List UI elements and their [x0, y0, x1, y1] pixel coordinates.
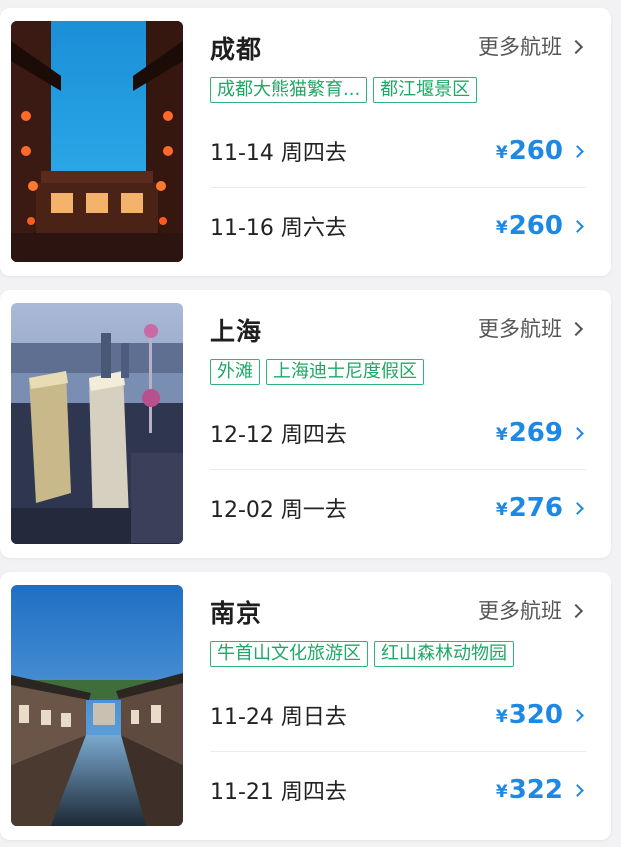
divider [210, 469, 586, 470]
price-amount: 320 [508, 700, 563, 730]
more-flights-link[interactable]: 更多航班 [478, 31, 584, 61]
flight-price: ¥ 320 [496, 700, 586, 730]
attraction-tags: 牛首山文化旅游区 红山森林动物园 [210, 641, 514, 667]
chevron-right-icon [571, 219, 584, 233]
chevron-right-icon [568, 39, 584, 54]
more-flights-link[interactable]: 更多航班 [478, 313, 584, 343]
chevron-right-icon [571, 783, 584, 797]
attraction-tag[interactable]: 牛首山文化旅游区 [210, 641, 368, 667]
chevron-right-icon [568, 603, 584, 618]
divider [210, 187, 586, 188]
destination-card-nanjing[interactable]: 南京 更多航班 牛首山文化旅游区 红山森林动物园 11-24 周日去 ¥ 320… [0, 572, 611, 840]
flight-date: 11-21 周四去 [210, 780, 347, 805]
chevron-right-icon [571, 501, 584, 515]
price-amount: 269 [508, 418, 563, 448]
attraction-tag[interactable]: 成都大熊猫繁育... [210, 77, 368, 103]
flight-price: ¥ 260 [496, 136, 586, 166]
flight-price: ¥ 269 [496, 418, 586, 448]
flight-row[interactable]: 11-24 周日去 ¥ 320 [210, 695, 586, 735]
chevron-right-icon [571, 144, 584, 158]
flight-row[interactable]: 11-16 周六去 ¥ 260 [210, 206, 586, 246]
chevron-right-icon [568, 321, 584, 336]
more-flights-label: 更多航班 [478, 599, 562, 623]
flight-price: ¥ 322 [496, 775, 586, 805]
currency-symbol: ¥ [495, 218, 508, 238]
more-flights-label: 更多航班 [478, 317, 562, 341]
destination-photo[interactable] [11, 585, 183, 826]
flight-price: ¥ 276 [496, 493, 586, 523]
more-flights-label: 更多航班 [478, 35, 562, 59]
more-flights-link[interactable]: 更多航班 [478, 595, 584, 625]
flight-row[interactable]: 12-12 周四去 ¥ 269 [210, 413, 586, 453]
destination-card-shanghai[interactable]: 上海 更多航班 外滩 上海迪士尼度假区 12-12 周四去 ¥ 269 12-0… [0, 290, 611, 558]
flight-date: 11-14 周四去 [210, 141, 347, 166]
chevron-right-icon [571, 708, 584, 722]
city-name: 上海 [210, 317, 263, 346]
flight-date: 12-02 周一去 [210, 498, 347, 523]
attraction-tags: 外滩 上海迪士尼度假区 [210, 359, 424, 385]
price-amount: 260 [508, 136, 563, 166]
flight-price: ¥ 260 [496, 211, 586, 241]
destination-card-chengdu[interactable]: 成都 更多航班 成都大熊猫繁育... 都江堰景区 11-14 周四去 ¥ 260… [0, 8, 611, 276]
flight-date: 11-24 周日去 [210, 705, 347, 730]
attraction-tag[interactable]: 都江堰景区 [373, 77, 478, 103]
chevron-right-icon [571, 426, 584, 440]
divider [210, 751, 586, 752]
shanghai-skyline-photo [11, 303, 183, 544]
attraction-tag[interactable]: 上海迪士尼度假区 [266, 359, 424, 385]
currency-symbol: ¥ [495, 782, 508, 802]
chengdu-kuanzhai-alley-photo [11, 21, 183, 262]
city-name: 成都 [210, 35, 263, 64]
flight-row[interactable]: 11-14 周四去 ¥ 260 [210, 131, 586, 171]
attraction-tag[interactable]: 红山森林动物园 [374, 641, 514, 667]
flight-row[interactable]: 12-02 周一去 ¥ 276 [210, 488, 586, 528]
currency-symbol: ¥ [495, 500, 508, 520]
currency-symbol: ¥ [495, 425, 508, 445]
flight-date: 12-12 周四去 [210, 423, 347, 448]
flight-row[interactable]: 11-21 周四去 ¥ 322 [210, 770, 586, 810]
nanjing-water-town-photo [11, 585, 183, 826]
price-amount: 322 [508, 775, 563, 805]
price-amount: 276 [508, 493, 563, 523]
currency-symbol: ¥ [495, 707, 508, 727]
attraction-tags: 成都大熊猫繁育... 都江堰景区 [210, 77, 478, 103]
destination-photo[interactable] [11, 21, 183, 262]
price-amount: 260 [508, 211, 563, 241]
flight-date: 11-16 周六去 [210, 216, 347, 241]
city-name: 南京 [210, 599, 263, 628]
destination-photo[interactable] [11, 303, 183, 544]
currency-symbol: ¥ [495, 143, 508, 163]
attraction-tag[interactable]: 外滩 [210, 359, 260, 385]
